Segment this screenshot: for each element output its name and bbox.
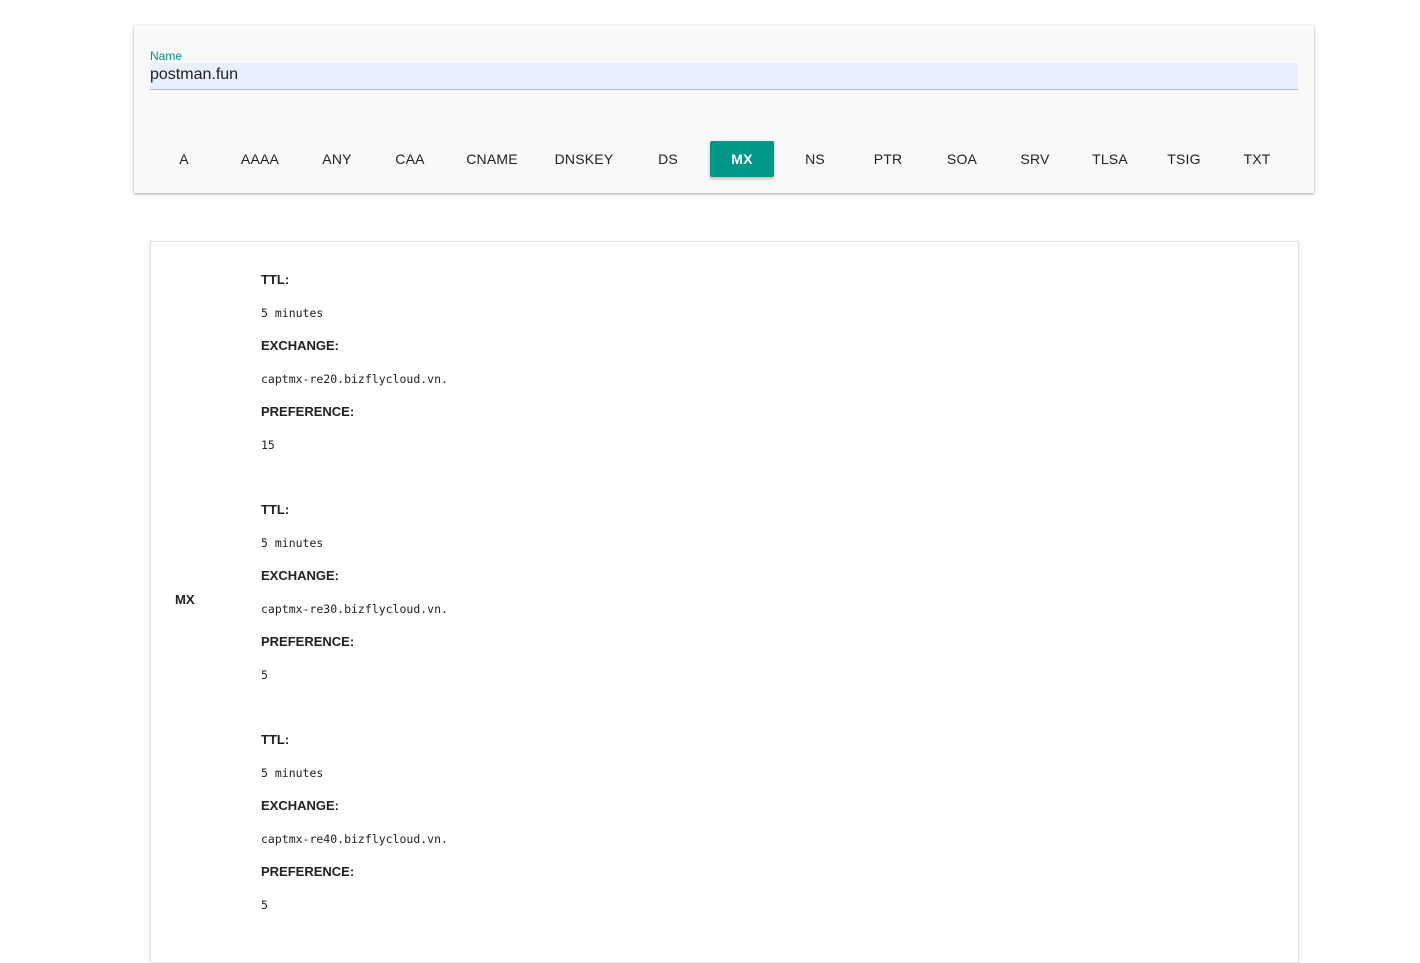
- exchange-value: captmx-re30.bizflycloud.vn.: [261, 602, 448, 616]
- type-button-ns[interactable]: NS: [785, 141, 845, 177]
- type-button-soa[interactable]: SOA: [932, 141, 992, 177]
- type-button-a[interactable]: A: [154, 141, 214, 177]
- type-button-caa[interactable]: CAA: [379, 141, 441, 177]
- ttl-label: TTL:: [261, 502, 290, 517]
- type-button-aaaa[interactable]: AAAA: [228, 141, 292, 177]
- name-label: Name: [150, 49, 183, 63]
- preference-value: 5: [261, 668, 268, 682]
- preference-label: PREFERENCE:: [261, 404, 355, 419]
- preference-value: 5: [261, 898, 268, 912]
- ttl-value: 5 minutes: [261, 306, 324, 320]
- name-field: Name: [150, 49, 1298, 90]
- type-button-txt[interactable]: TXT: [1227, 141, 1287, 177]
- exchange-value: captmx-re20.bizflycloud.vn.: [261, 372, 448, 386]
- type-button-srv[interactable]: SRV: [1005, 141, 1065, 177]
- ttl-label: TTL:: [261, 272, 290, 287]
- preference-label: PREFERENCE:: [261, 864, 355, 879]
- result-card: MX TTL: 5 minutes EXCHANGE: captmx-re20.…: [150, 241, 1299, 963]
- ttl-value: 5 minutes: [261, 536, 324, 550]
- type-button-any[interactable]: ANY: [306, 141, 368, 177]
- preference-label: PREFERENCE:: [261, 634, 355, 649]
- type-button-mx[interactable]: MX: [710, 141, 774, 177]
- type-button-cname[interactable]: CNAME: [455, 141, 529, 177]
- query-card: Name A AAAA ANY CAA CNAME DNSKEY DS MX N…: [134, 25, 1314, 193]
- exchange-label: EXCHANGE:: [261, 798, 340, 813]
- ttl-value: 5 minutes: [261, 766, 324, 780]
- result-record-type: MX: [175, 592, 195, 607]
- exchange-value: captmx-re40.bizflycloud.vn.: [261, 832, 448, 846]
- exchange-label: EXCHANGE:: [261, 568, 340, 583]
- type-button-tsig[interactable]: TSIG: [1153, 141, 1215, 177]
- name-input[interactable]: [150, 63, 1298, 90]
- type-button-ptr[interactable]: PTR: [858, 141, 918, 177]
- record-type-selector: A AAAA ANY CAA CNAME DNSKEY DS MX NS PTR…: [150, 141, 1298, 177]
- type-button-dnskey[interactable]: DNSKEY: [544, 141, 624, 177]
- preference-value: 15: [261, 438, 275, 452]
- type-button-ds[interactable]: DS: [638, 141, 698, 177]
- type-button-tlsa[interactable]: TLSA: [1078, 141, 1142, 177]
- ttl-label: TTL:: [261, 732, 290, 747]
- exchange-label: EXCHANGE:: [261, 338, 340, 353]
